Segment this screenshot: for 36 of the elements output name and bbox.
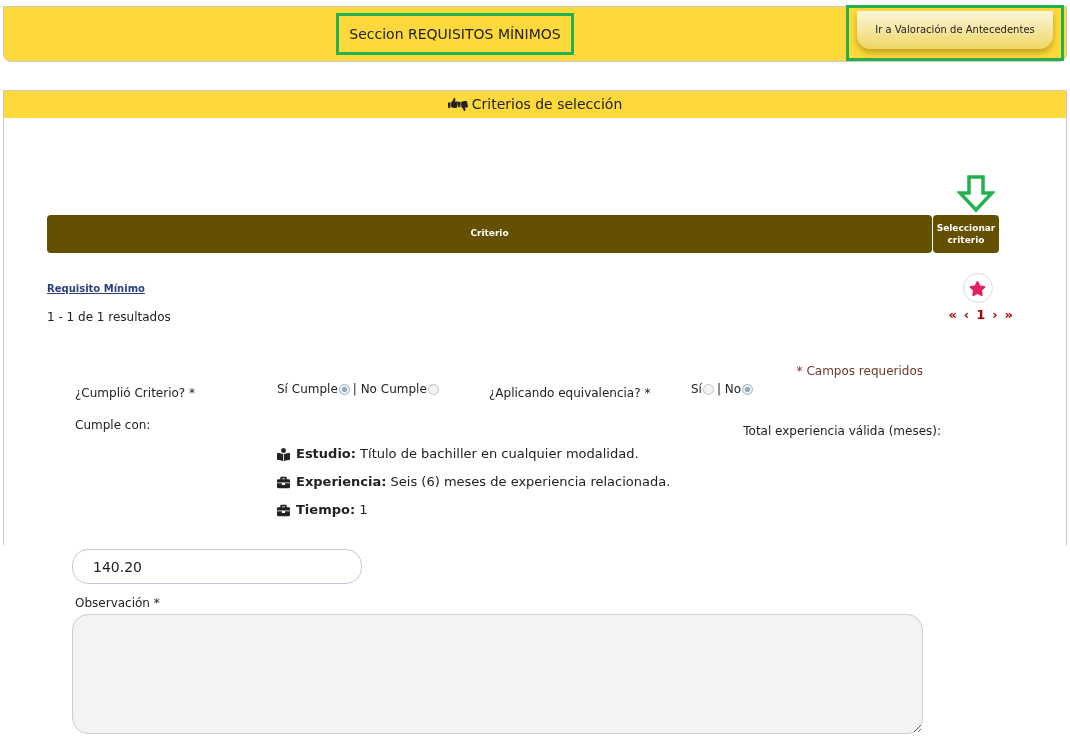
requisito-link[interactable]: Requisito Mínimo [47,281,171,296]
page-number[interactable]: 1 [976,307,986,323]
briefcase-icon [277,503,290,517]
radio-button[interactable] [338,383,350,395]
question-label: ¿Aplicando equivalencia? * [489,385,652,402]
observation-field[interactable] [72,614,923,734]
option-label: | No Cumple [352,381,427,398]
option-label: Sí Cumple [277,381,338,398]
requirement-text: Estudio: Título de bachiller en cualquier modalidad. [296,445,639,464]
requirement-text: Experiencia: Seis (6) meses de experiencia relacionada. [296,473,671,492]
briefcase-icon [277,475,290,489]
cumple-label: Cumple con: [75,417,151,434]
panel-title: Criterios de selección [471,95,623,114]
book-reader-icon [277,447,290,461]
total-label: Total experiencia válida (meses): [743,423,941,440]
section-title: Seccion REQUISITOS MÍNIMOS [349,26,561,42]
results-count: 1 - 1 de 1 resultados [47,309,171,326]
column-header: Seleccionar criterio [933,215,999,253]
total-field[interactable]: 140.20 [72,549,362,584]
radio-button[interactable] [702,383,714,395]
antecedentes-button[interactable]: Ir a Valoración de Antecedentes [857,10,1053,49]
required-note: * Campos requeridos [796,363,923,380]
first-page-link[interactable]: « [948,307,957,323]
observation-label: Observación * [75,596,160,610]
radio-button[interactable] [742,383,754,395]
thumbs-icon [447,98,468,111]
radio-button[interactable] [427,383,439,395]
down-arrow-icon [957,175,995,213]
last-page-link[interactable]: » [1004,307,1013,323]
prev-page-link[interactable]: ‹ [963,307,970,323]
option-label: | No [716,381,742,398]
option-label: Sí [691,381,702,398]
next-page-link[interactable]: › [992,307,998,323]
requirement-text: Tiempo: 1 [296,501,368,520]
column-header: Criterio [47,215,932,253]
question-label: ¿Cumplió Criterio? * [75,385,196,402]
